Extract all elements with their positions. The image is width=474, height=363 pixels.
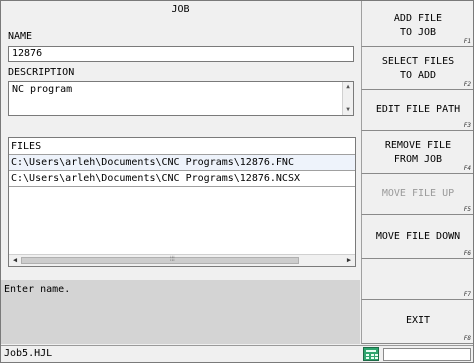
fkey-label: SELECT FILES xyxy=(381,56,455,67)
fkey-number: F7 xyxy=(463,291,471,298)
fkey-number: F3 xyxy=(463,122,471,129)
function-key-column: ADD FILE TO JOB F1 SELECT FILES TO ADD F… xyxy=(361,1,473,344)
name-label: NAME xyxy=(8,31,33,42)
move-file-down-button[interactable]: MOVE FILE DOWN F6 xyxy=(361,215,473,259)
fkey-label: ADD FILE xyxy=(393,13,443,24)
list-item[interactable]: C:\Users\arleh\Documents\CNC Programs\12… xyxy=(9,171,355,187)
grip-icon: ⦙⦙⦙ xyxy=(170,255,175,263)
fkey-label: MOVE FILE UP xyxy=(381,188,455,199)
files-header: FILES xyxy=(9,138,355,155)
fkey-number: F2 xyxy=(463,81,471,88)
status-area xyxy=(1,308,360,344)
fkey-label: TO ADD xyxy=(399,70,437,81)
description-scrollbar[interactable]: ▲ ▼ xyxy=(342,82,353,115)
scroll-up-icon[interactable]: ▲ xyxy=(343,82,353,92)
f7-button[interactable]: F7 xyxy=(361,259,473,300)
description-field[interactable]: NC program ▲ ▼ xyxy=(8,81,354,116)
calculator-icon[interactable] xyxy=(363,347,379,361)
fkey-label: EDIT FILE PATH xyxy=(375,104,461,115)
fkey-number: F6 xyxy=(463,250,471,257)
remove-file-from-job-button[interactable]: REMOVE FILE FROM JOB F4 xyxy=(361,131,473,174)
current-file-name: Job5.HJL xyxy=(4,348,53,359)
select-files-to-add-button[interactable]: SELECT FILES TO ADD F2 xyxy=(361,47,473,90)
fkey-number: F8 xyxy=(463,335,471,342)
scrollbar-thumb[interactable]: ⦙⦙⦙ xyxy=(21,255,299,264)
fkey-label: EXIT xyxy=(405,315,431,326)
fkey-number: F5 xyxy=(463,206,471,213)
scroll-down-icon[interactable]: ▼ xyxy=(343,105,353,115)
files-horizontal-scrollbar[interactable]: ◀ ⦙⦙⦙ ▶ xyxy=(9,254,355,266)
list-item[interactable]: C:\Users\arleh\Documents\CNC Programs\12… xyxy=(9,155,355,171)
fkey-label: MOVE FILE DOWN xyxy=(375,231,461,242)
scroll-right-icon[interactable]: ▶ xyxy=(343,255,355,266)
scroll-left-icon[interactable]: ◀ xyxy=(9,255,21,266)
bottom-status-bar: Job5.HJL xyxy=(1,345,473,362)
fkey-label: TO JOB xyxy=(399,27,437,38)
files-list: FILES C:\Users\arleh\Documents\CNC Progr… xyxy=(8,137,356,267)
numeric-input-field[interactable] xyxy=(383,348,471,361)
status-message: Enter name. xyxy=(1,280,360,308)
fkey-label: FROM JOB xyxy=(393,154,443,165)
description-label: DESCRIPTION xyxy=(8,67,75,78)
name-field[interactable]: 12876 xyxy=(8,46,354,62)
fkey-number: F1 xyxy=(463,38,471,45)
description-text: NC program xyxy=(12,84,73,95)
add-file-to-job-button[interactable]: ADD FILE TO JOB F1 xyxy=(361,1,473,47)
fkey-number: F4 xyxy=(463,165,471,172)
exit-button[interactable]: EXIT F8 xyxy=(361,300,473,344)
fkey-label: REMOVE FILE xyxy=(384,140,452,151)
page-title: JOB xyxy=(171,4,190,15)
move-file-up-button[interactable]: MOVE FILE UP F5 xyxy=(361,174,473,215)
edit-file-path-button[interactable]: EDIT FILE PATH F3 xyxy=(361,90,473,131)
